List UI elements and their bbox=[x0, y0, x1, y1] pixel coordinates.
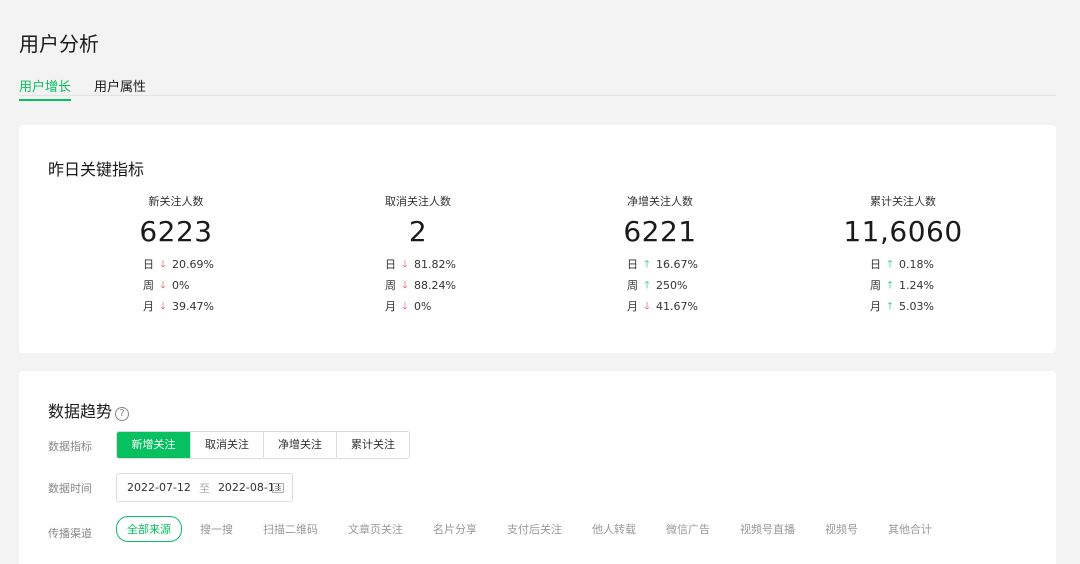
tab-user-growth[interactable]: 用户增长 bbox=[19, 76, 72, 101]
arrow-up-icon: 🡑 bbox=[887, 259, 893, 270]
page-title: 用户分析 bbox=[19, 32, 99, 56]
channel-option[interactable]: 视频号 bbox=[825, 521, 858, 537]
arrow-up-icon: 🡑 bbox=[887, 301, 893, 312]
metric-column: 新关注人数 6223 日 🡓 20.69% 周 🡓 0% 月 🡓 39.47% bbox=[76, 193, 276, 317]
comparison-row: 日 🡑 16.67% bbox=[560, 254, 760, 275]
tab-bar: 用户增长 用户属性 bbox=[19, 72, 1056, 101]
metric-value: 11,6060 bbox=[843, 215, 963, 248]
metric-comparisons: 日 🡑 0.18% 周 🡑 1.24% 月 🡑 5.03% bbox=[803, 254, 1003, 317]
help-icon[interactable]: ? bbox=[115, 407, 130, 421]
date-start: 2022-07-12 bbox=[127, 481, 191, 494]
metric-value: 6223 bbox=[139, 215, 213, 248]
metric-option-button[interactable]: 新增关注 bbox=[117, 432, 190, 458]
trend-title-text: 数据趋势 bbox=[48, 402, 113, 421]
comparison-value: 16.67% bbox=[656, 258, 698, 271]
metric-column: 累计关注人数 11,6060 日 🡑 0.18% 周 🡑 1.24% 月 🡑 5.03% bbox=[803, 193, 1003, 317]
metric-label: 取消关注人数 bbox=[385, 195, 451, 208]
comparison-row: 日 🡓 81.82% bbox=[318, 254, 518, 275]
comparison-value: 1.24% bbox=[899, 279, 934, 292]
metric-option-button[interactable]: 累计关注 bbox=[336, 432, 409, 458]
comparison-period: 周 bbox=[385, 279, 396, 292]
arrow-up-icon: 🡑 bbox=[644, 259, 650, 270]
comparison-value: 0% bbox=[172, 279, 190, 292]
metric-value: 6221 bbox=[623, 215, 697, 248]
comparison-row: 周 🡓 88.24% bbox=[318, 275, 518, 296]
channel-option[interactable]: 支付后关注 bbox=[507, 521, 562, 537]
channel-option[interactable]: 其他合计 bbox=[888, 521, 932, 537]
metric-label: 新关注人数 bbox=[148, 195, 204, 208]
channel-option[interactable]: 扫描二维码 bbox=[263, 521, 318, 537]
channel-option[interactable]: 他人转载 bbox=[592, 521, 636, 537]
comparison-value: 20.69% bbox=[172, 258, 214, 271]
channel-option[interactable]: 微信广告 bbox=[666, 521, 710, 537]
comparison-period: 日 bbox=[385, 258, 396, 271]
metric-column: 取消关注人数 2 日 🡓 81.82% 周 🡓 88.24% 月 🡓 0% bbox=[318, 193, 518, 317]
key-metrics-title: 昨日关键指标 bbox=[48, 160, 145, 179]
channel-option[interactable]: 搜一搜 bbox=[200, 521, 233, 537]
arrow-down-icon: 🡓 bbox=[402, 280, 408, 291]
comparison-period: 日 bbox=[627, 258, 638, 271]
comparison-row: 月 🡑 5.03% bbox=[803, 296, 1003, 317]
comparison-value: 39.47% bbox=[172, 300, 214, 313]
arrow-down-icon: 🡓 bbox=[160, 280, 166, 291]
comparison-period: 日 bbox=[143, 258, 154, 271]
metric-comparisons: 日 🡑 16.67% 周 🡑 250% 月 🡓 41.67% bbox=[560, 254, 760, 317]
comparison-value: 250% bbox=[656, 279, 688, 292]
comparison-period: 周 bbox=[870, 279, 881, 292]
channel-filter: 全部来源 搜一搜 扫描二维码 文章页关注 名片分享 支付后关注 他人转载 微信广告 视频号直播 视… bbox=[116, 516, 962, 542]
metric-label: 净增关注人数 bbox=[627, 195, 693, 208]
trend-card: 数据趋势? 数据指标 新增关注 取消关注 净增关注 累计关注 数据时间 2022-07… bbox=[19, 371, 1056, 564]
comparison-value: 81.82% bbox=[414, 258, 456, 271]
calendar-icon bbox=[272, 483, 284, 493]
metric-label: 累计关注人数 bbox=[870, 195, 936, 208]
comparison-period: 月 bbox=[385, 300, 396, 313]
comparison-row: 日 🡓 20.69% bbox=[76, 254, 276, 275]
comparison-value: 0.18% bbox=[899, 258, 934, 271]
comparison-row: 月 🡓 41.67% bbox=[560, 296, 760, 317]
tab-user-attributes[interactable]: 用户属性 bbox=[94, 76, 146, 99]
channel-option[interactable]: 文章页关注 bbox=[348, 521, 403, 537]
metric-option-button[interactable]: 取消关注 bbox=[190, 432, 263, 458]
metric-option-button[interactable]: 净增关注 bbox=[263, 432, 336, 458]
comparison-value: 41.67% bbox=[656, 300, 698, 313]
comparison-period: 月 bbox=[870, 300, 881, 313]
comparison-row: 日 🡑 0.18% bbox=[803, 254, 1003, 275]
comparison-period: 周 bbox=[627, 279, 638, 292]
comparison-period: 周 bbox=[143, 279, 154, 292]
comparison-value: 0% bbox=[414, 300, 432, 313]
channel-option[interactable]: 全部来源 bbox=[116, 516, 182, 542]
arrow-down-icon: 🡓 bbox=[644, 301, 650, 312]
arrow-down-icon: 🡓 bbox=[402, 301, 408, 312]
comparison-row: 月 🡓 0% bbox=[318, 296, 518, 317]
arrow-down-icon: 🡓 bbox=[402, 259, 408, 270]
metric-comparisons: 日 🡓 81.82% 周 🡓 88.24% 月 🡓 0% bbox=[318, 254, 518, 317]
metric-comparisons: 日 🡓 20.69% 周 🡓 0% 月 🡓 39.47% bbox=[76, 254, 276, 317]
date-range-label: 数据时间 bbox=[48, 482, 92, 495]
comparison-period: 月 bbox=[627, 300, 638, 313]
comparison-value: 5.03% bbox=[899, 300, 934, 313]
key-metrics-card: 昨日关键指标 新关注人数 6223 日 🡓 20.69% 周 🡓 0% 月 🡓 39.47% 取消关注… bbox=[19, 125, 1056, 353]
arrow-up-icon: 🡑 bbox=[644, 280, 650, 291]
arrow-up-icon: 🡑 bbox=[887, 280, 893, 291]
metric-selector: 新增关注 取消关注 净增关注 累计关注 bbox=[116, 431, 410, 459]
comparison-period: 日 bbox=[870, 258, 881, 271]
comparison-period: 月 bbox=[143, 300, 154, 313]
date-range-picker[interactable]: 2022-07-12 至 2022-08-11 bbox=[116, 473, 293, 502]
metric-column: 净增关注人数 6221 日 🡑 16.67% 周 🡑 250% 月 🡓 41.67% bbox=[560, 193, 760, 317]
comparison-row: 周 🡑 250% bbox=[560, 275, 760, 296]
channel-option[interactable]: 视频号直播 bbox=[740, 521, 795, 537]
metric-selector-label: 数据指标 bbox=[48, 440, 92, 453]
arrow-down-icon: 🡓 bbox=[160, 259, 166, 270]
channel-filter-label: 传播渠道 bbox=[48, 527, 92, 540]
comparison-row: 周 🡓 0% bbox=[76, 275, 276, 296]
trend-title: 数据趋势? bbox=[48, 398, 130, 422]
comparison-value: 88.24% bbox=[414, 279, 456, 292]
comparison-row: 月 🡓 39.47% bbox=[76, 296, 276, 317]
comparison-row: 周 🡑 1.24% bbox=[803, 275, 1003, 296]
arrow-down-icon: 🡓 bbox=[160, 301, 166, 312]
metric-value: 2 bbox=[408, 215, 428, 248]
date-separator: 至 bbox=[198, 481, 210, 495]
channel-option[interactable]: 名片分享 bbox=[433, 521, 477, 537]
